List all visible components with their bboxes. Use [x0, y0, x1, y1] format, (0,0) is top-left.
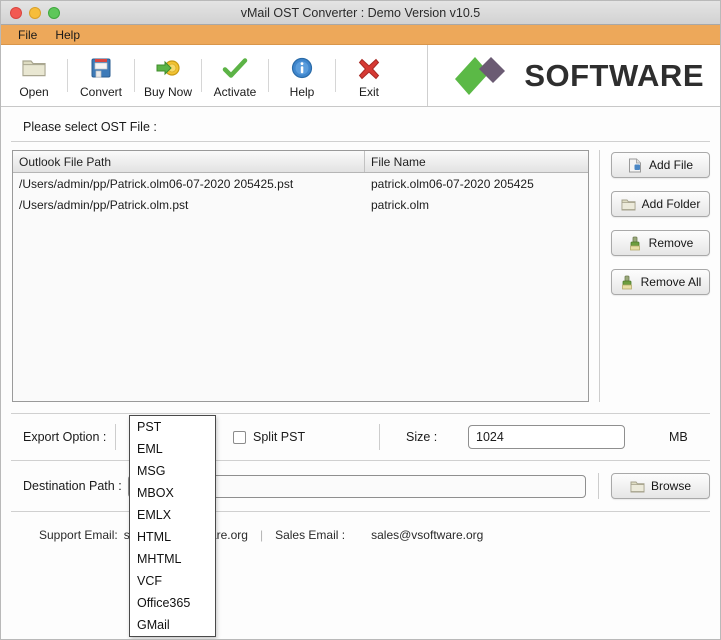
toolbar-open-button[interactable]: Open	[1, 45, 67, 106]
floppy-disk-icon	[89, 54, 113, 82]
toolbar-convert-label: Convert	[80, 85, 122, 99]
toolbar-buynow-button[interactable]: Buy Now	[135, 45, 201, 106]
browse-label: Browse	[651, 479, 691, 493]
vertical-divider	[379, 424, 380, 450]
remove-all-label: Remove All	[641, 275, 702, 289]
window-controls	[1, 7, 60, 19]
footer-contact: Support Email: support@vsoftware.org | S…	[11, 512, 710, 558]
dropdown-option-eml[interactable]: EML	[130, 438, 215, 460]
sales-email-value[interactable]: sales@vsoftware.org	[371, 528, 483, 542]
check-mark-icon	[222, 54, 248, 82]
dropdown-option-emlx[interactable]: EMLX	[130, 504, 215, 526]
minimize-window-button[interactable]	[29, 7, 41, 19]
toolbar-logo-divider	[427, 45, 428, 106]
toolbar-exit-label: Exit	[359, 85, 379, 99]
size-label: Size :	[406, 430, 468, 444]
dropdown-option-gmail[interactable]: GMail	[130, 614, 215, 636]
browse-button[interactable]: Browse	[611, 473, 710, 499]
toolbar-buynow-label: Buy Now	[144, 85, 192, 99]
dropdown-option-pst[interactable]: PST	[130, 416, 215, 438]
select-ost-label: Please select OST File :	[1, 107, 720, 141]
toolbar: Open Convert	[1, 45, 720, 107]
window-title: vMail OST Converter : Demo Version v10.5	[1, 6, 720, 20]
folder-icon	[621, 197, 636, 212]
split-pst-checkbox[interactable]	[233, 431, 246, 444]
vertical-divider	[598, 473, 599, 499]
sales-email-label: Sales Email :	[275, 528, 345, 542]
title-bar: vMail OST Converter : Demo Version v10.5	[1, 1, 720, 25]
cell-file-path: /Users/admin/pp/Patrick.olm06-07-2020 20…	[13, 173, 365, 194]
maximize-window-button[interactable]	[48, 7, 60, 19]
remove-button[interactable]: Remove	[611, 230, 710, 256]
folder-icon	[630, 479, 645, 494]
toolbar-open-label: Open	[19, 85, 48, 99]
toolbar-help-label: Help	[290, 85, 315, 99]
dropdown-option-mhtml[interactable]: MHTML	[130, 548, 215, 570]
add-folder-button[interactable]: Add Folder	[611, 191, 710, 217]
dropdown-option-html[interactable]: HTML	[130, 526, 215, 548]
cell-file-path: /Users/admin/pp/Patrick.olm.pst	[13, 194, 365, 215]
toolbar-help-button[interactable]: Help	[269, 45, 335, 106]
menu-file[interactable]: File	[9, 27, 46, 43]
file-list-table[interactable]: Outlook File Path File Name /Users/admin…	[12, 150, 589, 402]
export-option-label: Export Option :	[11, 430, 115, 444]
application-window: vMail OST Converter : Demo Version v10.5…	[0, 0, 721, 640]
split-pst-label: Split PST	[253, 430, 305, 444]
column-header-path[interactable]: Outlook File Path	[13, 151, 365, 172]
size-unit-label: MB	[669, 430, 688, 444]
file-selection-area: Outlook File Path File Name /Users/admin…	[1, 142, 720, 402]
dropdown-option-vcf[interactable]: VCF	[130, 570, 215, 592]
browse-area: Browse	[598, 473, 710, 499]
dropdown-option-msg[interactable]: MSG	[130, 460, 215, 482]
add-folder-label: Add Folder	[642, 197, 701, 211]
toolbar-exit-button[interactable]: Exit	[336, 45, 402, 106]
file-icon	[628, 158, 643, 173]
close-window-button[interactable]	[10, 7, 22, 19]
toolbar-activate-button[interactable]: Activate	[202, 45, 268, 106]
coin-arrow-icon	[154, 54, 182, 82]
cell-file-name: patrick.olm	[365, 194, 588, 215]
remove-all-button[interactable]: Remove All	[611, 269, 710, 295]
logo-text: SOFTWARE	[524, 58, 704, 94]
dropdown-option-office365[interactable]: Office365	[130, 592, 215, 614]
add-file-button[interactable]: Add File	[611, 152, 710, 178]
info-circle-icon	[290, 54, 314, 82]
toolbar-convert-button[interactable]: Convert	[68, 45, 134, 106]
footer-divider: |	[260, 528, 263, 542]
menu-help[interactable]: Help	[46, 27, 89, 43]
brush-icon	[628, 236, 643, 251]
vertical-divider	[599, 150, 600, 402]
export-options-row: Export Option : PST Split PST Size : 102…	[11, 414, 710, 460]
menu-bar: File Help	[1, 25, 720, 45]
dropdown-option-mbox[interactable]: MBOX	[130, 482, 215, 504]
column-header-name[interactable]: File Name	[365, 151, 588, 172]
main-content: Please select OST File : Outlook File Pa…	[1, 107, 720, 558]
brush-icon	[620, 275, 635, 290]
destination-row: Destination Path : Browse	[11, 461, 710, 511]
destination-path-label: Destination Path :	[11, 479, 128, 493]
export-format-dropdown[interactable]: PST EML MSG MBOX EMLX HTML MHTML VCF Off…	[129, 415, 216, 637]
brand-logo: SOFTWARE	[451, 45, 720, 106]
split-pst-control[interactable]: Split PST	[233, 430, 379, 444]
size-input[interactable]: 1024	[468, 425, 625, 449]
table-row[interactable]: /Users/admin/pp/Patrick.olm.pst patrick.…	[13, 194, 588, 215]
toolbar-buttons: Open Convert	[1, 45, 402, 106]
folder-icon	[21, 54, 47, 82]
table-header: Outlook File Path File Name	[13, 151, 588, 173]
support-email-label: Support Email:	[39, 528, 118, 542]
file-action-buttons: Add File Add Folder	[611, 150, 710, 402]
add-file-label: Add File	[649, 158, 693, 172]
options-area: Export Option : PST Split PST Size : 102…	[1, 413, 720, 558]
red-cross-icon	[357, 54, 381, 82]
table-row[interactable]: /Users/admin/pp/Patrick.olm06-07-2020 20…	[13, 173, 588, 194]
logo-mark-icon	[451, 53, 515, 99]
vertical-divider	[115, 424, 116, 450]
cell-file-name: patrick.olm06-07-2020 205425	[365, 173, 588, 194]
remove-label: Remove	[649, 236, 694, 250]
toolbar-activate-label: Activate	[214, 85, 257, 99]
